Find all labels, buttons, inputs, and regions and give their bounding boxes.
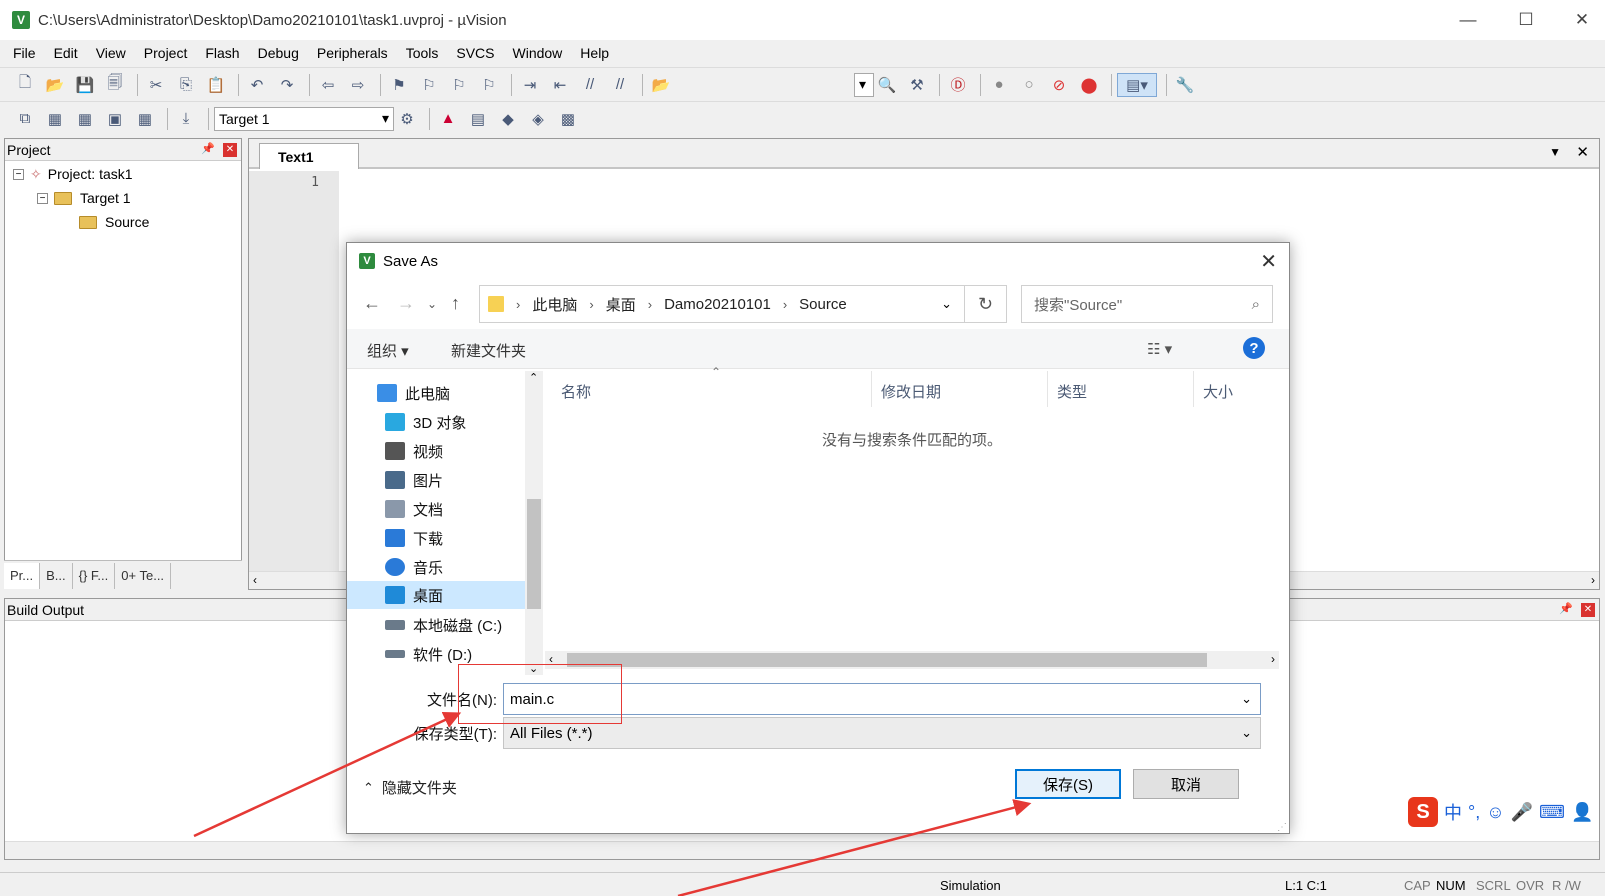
arrow-to-save-button bbox=[677, 799, 1032, 896]
arrow-to-filename bbox=[193, 711, 462, 838]
annotation-arrows bbox=[193, 711, 1032, 896]
